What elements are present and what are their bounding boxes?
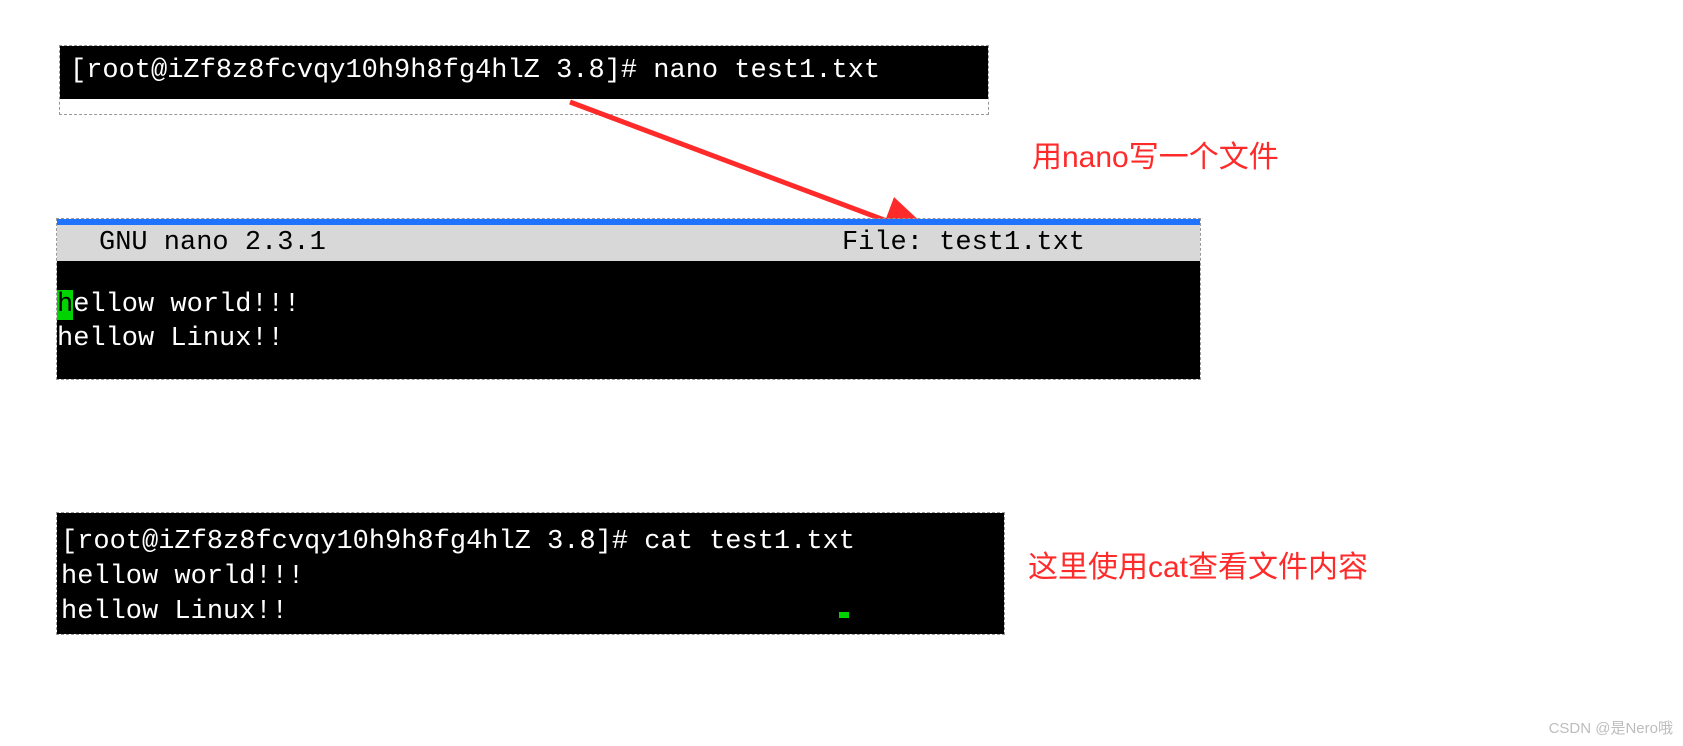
cursor-bit-icon [839,612,849,618]
nano-editor-window: GNU nano 2.3.1 File: test1.txt hellow wo… [56,218,1201,380]
cat-output-line1: hellow world!!! [61,562,304,592]
nano-line2: hellow Linux!! [57,324,284,354]
nano-file-label: File: test1.txt [842,228,1200,258]
nano-header-bar: GNU nano 2.3.1 File: test1.txt [57,225,1200,261]
shell-prompt-nano: [root@iZf8z8fcvqy10h9h8fg4hlZ 3.8]# nano… [60,54,988,91]
nano-version-label: GNU nano 2.3.1 [57,228,326,258]
nano-editor-body[interactable]: hellow world!!! hellow Linux!! [57,261,1200,379]
cat-output-block: [root@iZf8z8fcvqy10h9h8fg4hlZ 3.8]# cat … [57,525,1004,634]
terminal-nano-command: [root@iZf8z8fcvqy10h9h8fg4hlZ 3.8]# nano… [59,45,989,115]
annotation-cat-view: 这里使用cat查看文件内容 [1028,542,1368,586]
annotation-nano-write: 用nano写一个文件 [1032,132,1279,176]
cursor-icon: h [57,290,73,320]
watermark-label: CSDN @是Nero哦 [1549,717,1673,738]
terminal-cat-command: [root@iZf8z8fcvqy10h9h8fg4hlZ 3.8]# cat … [56,512,1005,635]
nano-line1-rest: ellow world!!! [73,290,300,320]
cat-output-line2: hellow Linux!! [61,597,288,627]
shell-prompt-cat: [root@iZf8z8fcvqy10h9h8fg4hlZ 3.8]# cat … [61,527,855,557]
